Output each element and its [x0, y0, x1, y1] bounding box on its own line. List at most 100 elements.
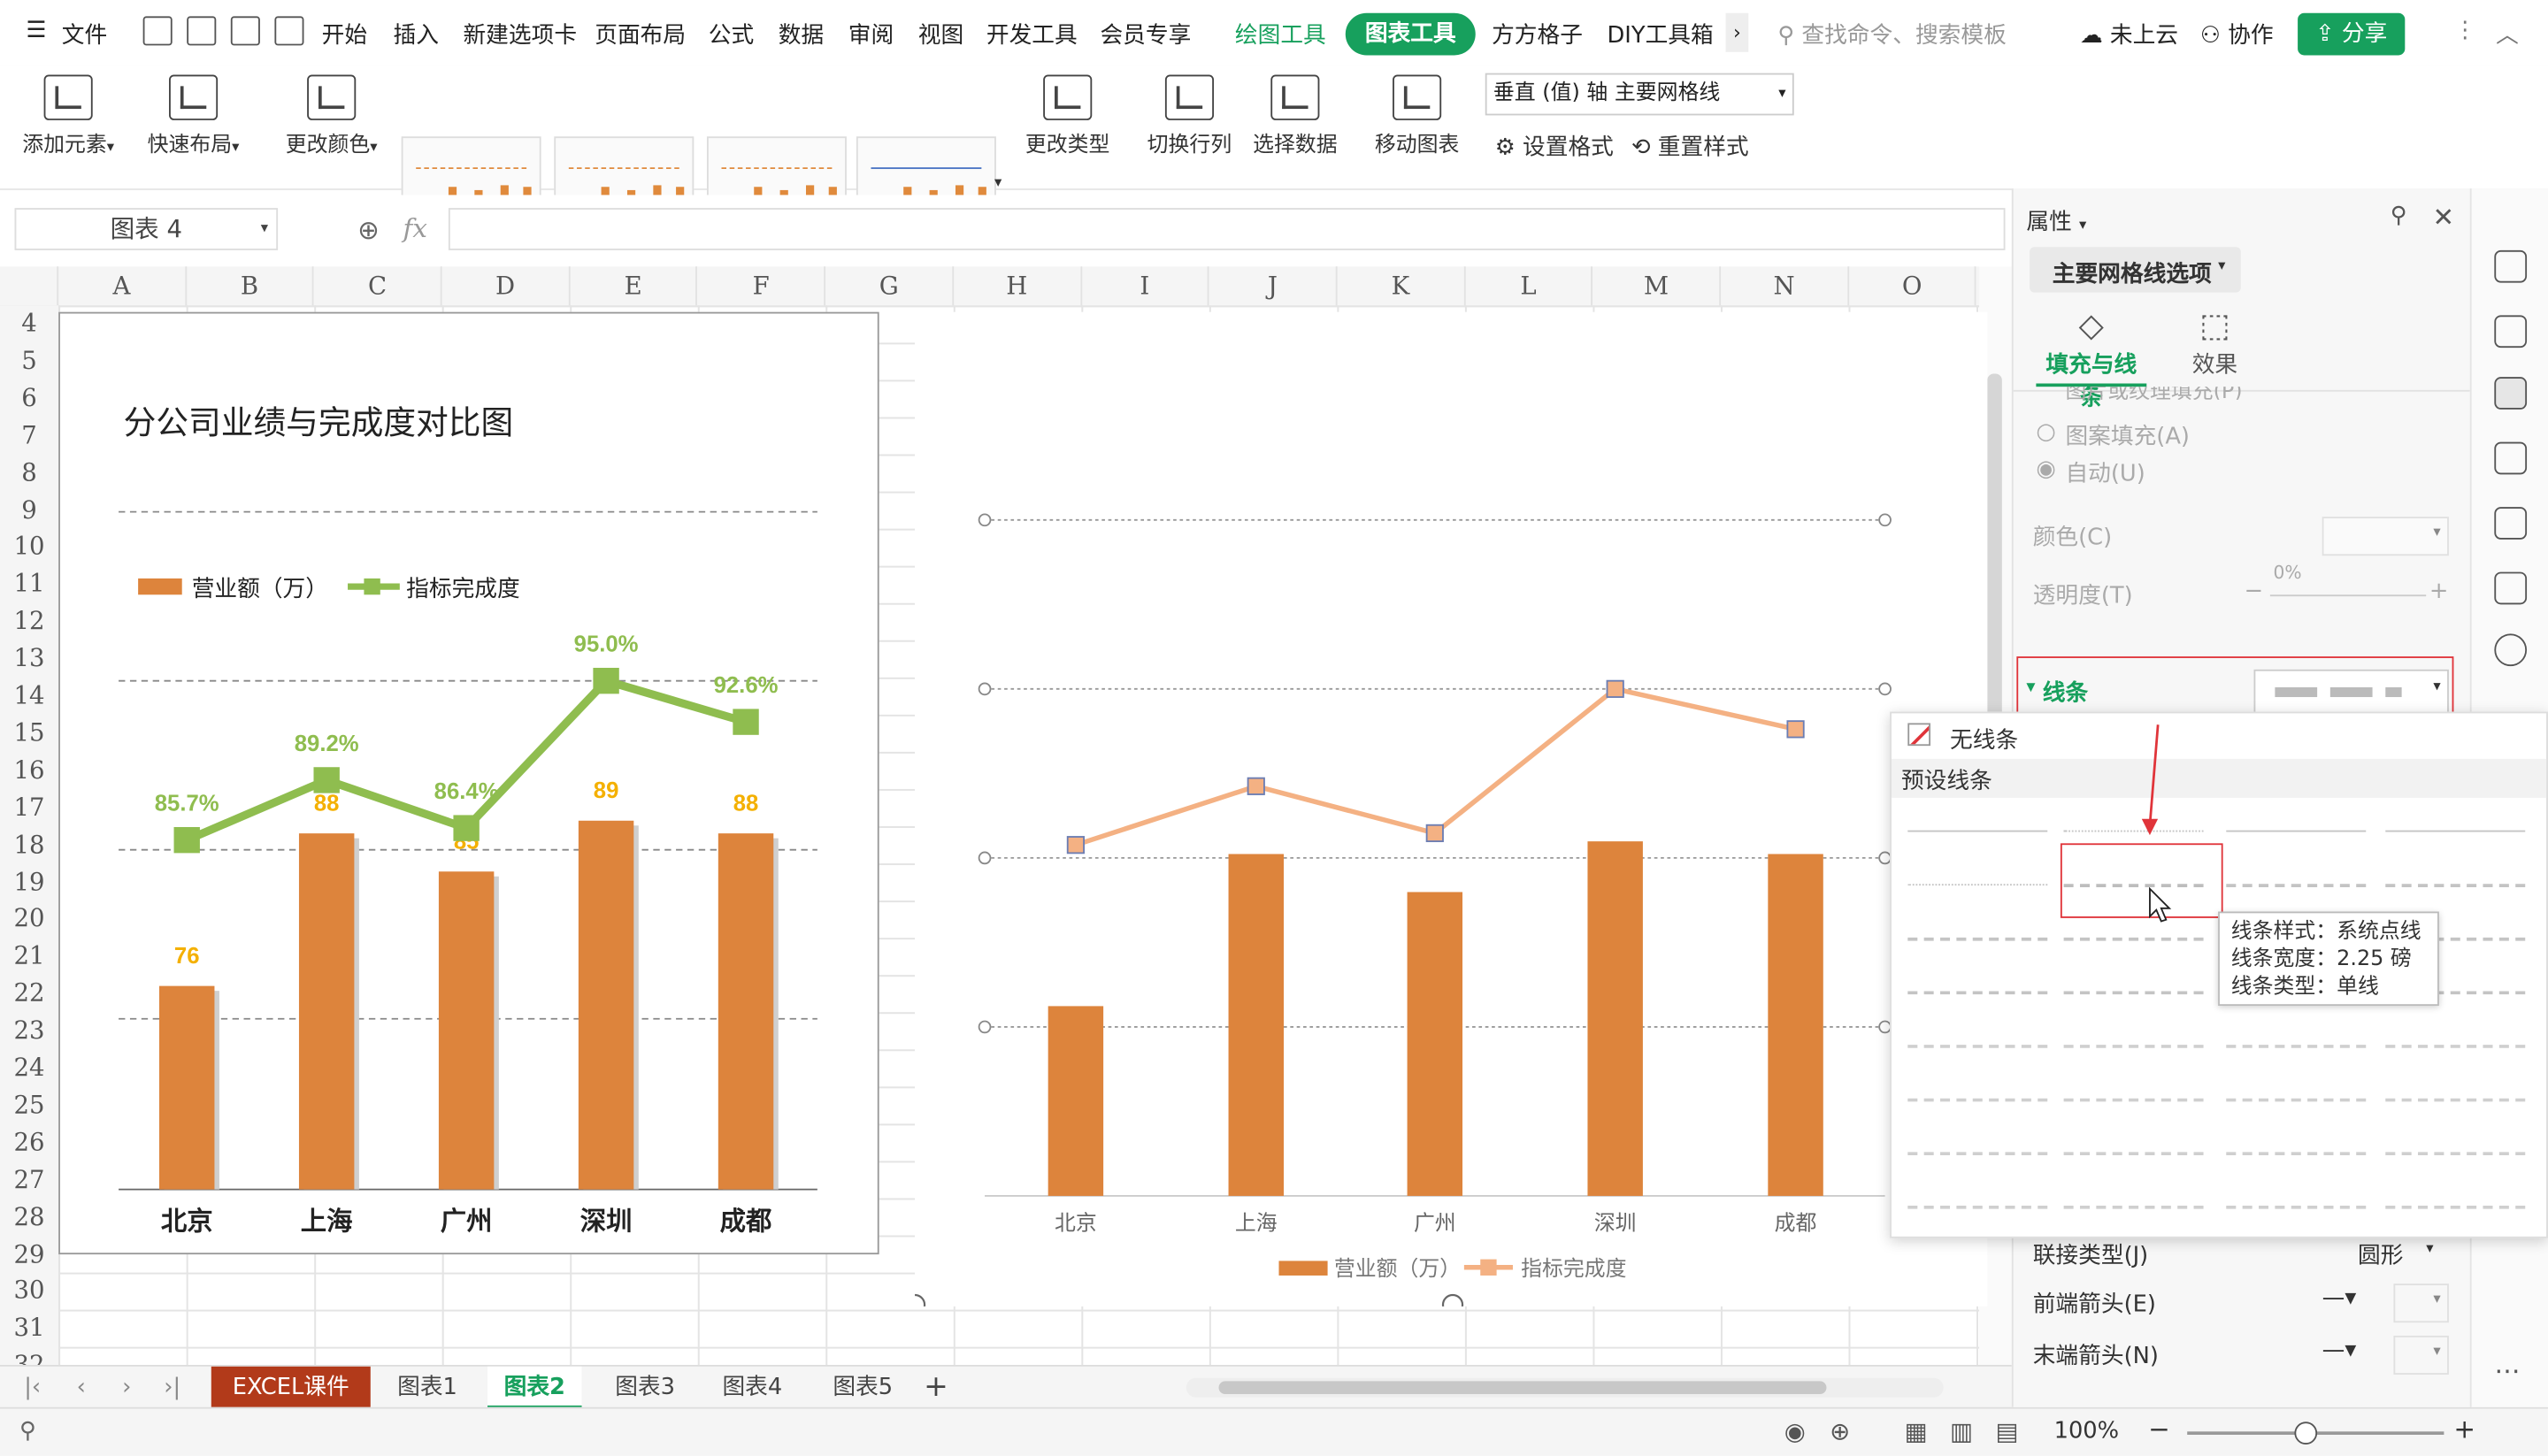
sheet-tab-chart2[interactable]: 图表2 [487, 1366, 582, 1409]
row-header-5[interactable]: 5 [0, 346, 58, 375]
prev-sheet-icon[interactable]: ‹ [65, 1367, 97, 1409]
preset-line-option[interactable] [2063, 830, 2204, 836]
menu-view[interactable]: 视图 [918, 18, 963, 50]
doc-search-icon[interactable] [2494, 571, 2528, 605]
join-type-select[interactable]: 圆形 ▾ [2358, 1235, 2445, 1270]
preset-line-option[interactable] [2385, 830, 2526, 836]
row-header-4[interactable]: 4 [0, 309, 58, 338]
zoom-in-icon[interactable]: + [2453, 1414, 2475, 1445]
column-header-O[interactable]: O [1849, 266, 1977, 306]
preset-line-option[interactable] [2226, 1205, 2367, 1212]
row-header-16[interactable]: 16 [0, 755, 58, 785]
preset-line-option[interactable] [2063, 1152, 2204, 1158]
no-line-option[interactable]: 无线条 [1892, 713, 2546, 758]
zoom-icon[interactable]: ⊕ [357, 214, 380, 245]
preset-line-option[interactable] [1907, 884, 2048, 889]
tab-chart-tools[interactable]: 图表工具 [1345, 12, 1476, 56]
share-button[interactable]: ⇪ 分享 [2298, 12, 2406, 56]
preset-line-option[interactable] [2226, 884, 2367, 890]
property-icon[interactable] [2494, 377, 2528, 410]
column-header-G[interactable]: G [825, 266, 954, 306]
formula-input[interactable] [448, 208, 2006, 250]
preset-line-option[interactable] [1907, 1205, 2048, 1212]
row-header-21[interactable]: 21 [0, 941, 58, 970]
sheet-tab-chart5[interactable]: 图表5 [816, 1367, 910, 1409]
name-box[interactable]: 图表 4 ▾ [14, 208, 279, 250]
transparency-slider[interactable] [2269, 594, 2427, 597]
column-header-L[interactable]: L [1465, 266, 1593, 306]
preset-line-option[interactable] [2385, 1098, 2526, 1105]
crosshair-icon[interactable]: ⊕ [1830, 1417, 1850, 1446]
print-icon[interactable] [230, 16, 260, 46]
zoom-level[interactable]: 100% [2054, 1419, 2120, 1445]
menu-insert[interactable]: 插入 [393, 18, 438, 50]
row-header-8[interactable]: 8 [0, 457, 58, 487]
column-header-I[interactable]: I [1081, 266, 1210, 306]
row-header-28[interactable]: 28 [0, 1202, 58, 1231]
preset-line-option[interactable] [2063, 1045, 2204, 1051]
style-icon[interactable] [2494, 441, 2528, 475]
quick-action-icon[interactable] [2494, 249, 2528, 283]
row-header-14[interactable]: 14 [0, 681, 58, 710]
column-header-N[interactable]: N [1721, 266, 1849, 306]
preset-line-option[interactable] [1907, 1152, 2048, 1158]
page-layout-view-icon[interactable]: ▥ [1950, 1417, 1973, 1446]
move-chart-button[interactable]: 移动图表 [1371, 74, 1462, 157]
preset-line-option[interactable] [2063, 991, 2204, 998]
save-icon[interactable] [142, 16, 173, 46]
row-header-20[interactable]: 20 [0, 904, 58, 933]
change-color-button[interactable]: 更改颜色▾ [280, 74, 384, 157]
page-break-view-icon[interactable]: ▤ [1995, 1417, 2018, 1446]
select-cursor-icon[interactable] [2494, 315, 2528, 349]
preset-line-option[interactable] [2385, 1045, 2526, 1051]
tab-fill-line[interactable]: ◇ 填充与线条 [2036, 305, 2147, 411]
preset-line-option[interactable] [1907, 1045, 2048, 1051]
color-picker[interactable]: ▾ [2322, 517, 2449, 556]
row-header-12[interactable]: 12 [0, 607, 58, 636]
zoom-out-icon[interactable]: − [2148, 1414, 2170, 1445]
preset-line-option[interactable] [1907, 937, 2048, 944]
menu-formula[interactable]: 公式 [709, 18, 754, 50]
column-header-M[interactable]: M [1593, 266, 1722, 306]
fx-icon[interactable]: fx [403, 213, 427, 244]
preset-line-option[interactable] [1907, 1098, 2048, 1105]
start-arrow-select[interactable]: —▾ [2322, 1284, 2381, 1319]
preset-line-option[interactable] [2063, 937, 2204, 944]
preset-line-option[interactable] [2385, 1205, 2526, 1212]
cloud-status[interactable]: ☁ 未上云 [2080, 18, 2178, 50]
row-header-10[interactable]: 10 [0, 532, 58, 561]
preview-icon[interactable] [274, 16, 304, 46]
collab-button[interactable]: ⚇ 协作 [2200, 18, 2274, 50]
column-header-A[interactable]: A [58, 266, 187, 306]
preset-line-option[interactable] [2063, 1098, 2204, 1105]
image-tools-icon[interactable] [2494, 507, 2528, 540]
start-arrow-size-select[interactable]: ▾ [2393, 1284, 2449, 1323]
file-menu[interactable]: 文件 [62, 18, 107, 50]
sheet-tab-excel[interactable]: EXCEL课件 [211, 1366, 371, 1409]
row-header-7[interactable]: 7 [0, 420, 58, 449]
tab-diy-toolbox[interactable]: DIY工具箱 [1607, 18, 1713, 50]
radio-pattern[interactable]: ○ [2036, 419, 2055, 445]
hamburger-icon[interactable]: ☰ [26, 18, 46, 43]
preset-line-option[interactable] [2226, 1152, 2367, 1158]
preset-line-option[interactable] [2226, 1098, 2367, 1105]
row-header-18[interactable]: 18 [0, 830, 58, 859]
row-header-19[interactable]: 19 [0, 867, 58, 896]
preset-line-option[interactable] [2385, 884, 2526, 890]
more-icon[interactable]: ⋮ [2453, 18, 2476, 43]
row-header-24[interactable]: 24 [0, 1053, 58, 1082]
column-header-H[interactable]: H [954, 266, 1082, 306]
menu-developer[interactable]: 开发工具 [986, 18, 1078, 50]
sheet-tab-chart4[interactable]: 图表4 [705, 1367, 800, 1409]
transparency-minus[interactable]: − [2244, 579, 2263, 604]
column-header-E[interactable]: E [570, 266, 698, 306]
end-arrow-select[interactable]: —▾ [2322, 1336, 2381, 1371]
column-header-J[interactable]: J [1209, 266, 1338, 306]
tab-draw-tools[interactable]: 绘图工具 [1235, 18, 1326, 50]
row-header-32[interactable]: 32 [0, 1351, 58, 1365]
row-header-26[interactable]: 26 [0, 1127, 58, 1156]
chart-performance-completion[interactable]: 分公司业绩与完成度对比图 营业额（万） 指标完成度 76 北京 88 上海 85 广州 89 深圳 8… [58, 311, 879, 1255]
row-header-31[interactable]: 31 [0, 1314, 58, 1343]
pin-icon[interactable]: ⚲ [2391, 203, 2407, 229]
select-data-button[interactable]: 选择数据 [1249, 74, 1340, 157]
